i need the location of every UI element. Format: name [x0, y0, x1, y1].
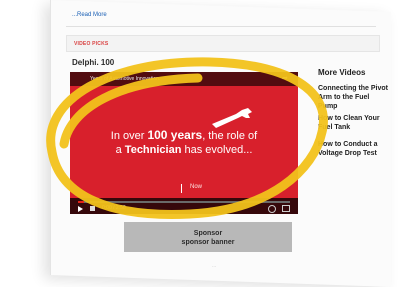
- volume-icon[interactable]: [90, 206, 95, 211]
- headline-pre: In over: [110, 130, 148, 142]
- video-player[interactable]: Years of Automotive Innovation. ➦ In ove…: [70, 72, 298, 214]
- read-more-link[interactable]: ...Read More: [72, 12, 107, 18]
- headline2-pre: a: [115, 144, 125, 156]
- divider: [66, 26, 376, 27]
- player-controls: 0:00 / 2:58: [70, 198, 298, 214]
- headline2-post: has evolved...: [181, 144, 253, 156]
- fullscreen-icon[interactable]: [282, 205, 290, 212]
- headline-highlight: 100 years: [147, 128, 203, 142]
- video-title[interactable]: Delphi. 100: [72, 58, 114, 67]
- section-label: VIDEO PICKS: [74, 41, 109, 47]
- headline2-highlight: Technician: [124, 144, 182, 156]
- player-title-text: Years of Automotive Innovation.: [90, 76, 161, 82]
- section-header: [66, 35, 380, 52]
- more-videos-item[interactable]: How to Conduct a Voltage Drop Test: [318, 140, 388, 158]
- sponsor-line1: Sponsor: [193, 230, 223, 237]
- more-videos-item[interactable]: Connecting the Pivot Arm to the Fuel Pum…: [318, 84, 388, 111]
- play-icon[interactable]: [78, 206, 83, 212]
- sponsor-text: Sponsor sponsor banner: [124, 229, 292, 247]
- time-display: 0:00 / 2:58: [102, 205, 126, 211]
- more-videos-item[interactable]: How to Clean Your Fuel Tank: [318, 114, 388, 132]
- now-label: Now: [190, 184, 203, 190]
- text-cursor: [181, 184, 182, 193]
- progress-bar[interactable]: [78, 201, 290, 203]
- more-videos-title: More Videos: [318, 68, 366, 77]
- sponsor-line2: sponsor banner: [181, 239, 235, 246]
- share-icon[interactable]: ➦: [282, 75, 290, 83]
- headline-post: , the role of: [202, 130, 258, 142]
- settings-icon[interactable]: [268, 205, 276, 213]
- progress-fill: [78, 201, 85, 203]
- footer-text: ...: [212, 263, 217, 269]
- video-headline-line2: a Technician has evolved...: [70, 144, 298, 156]
- sponsor-banner[interactable]: Sponsor sponsor banner: [124, 222, 292, 252]
- video-headline-line1: In over 100 years, the role of: [70, 128, 298, 142]
